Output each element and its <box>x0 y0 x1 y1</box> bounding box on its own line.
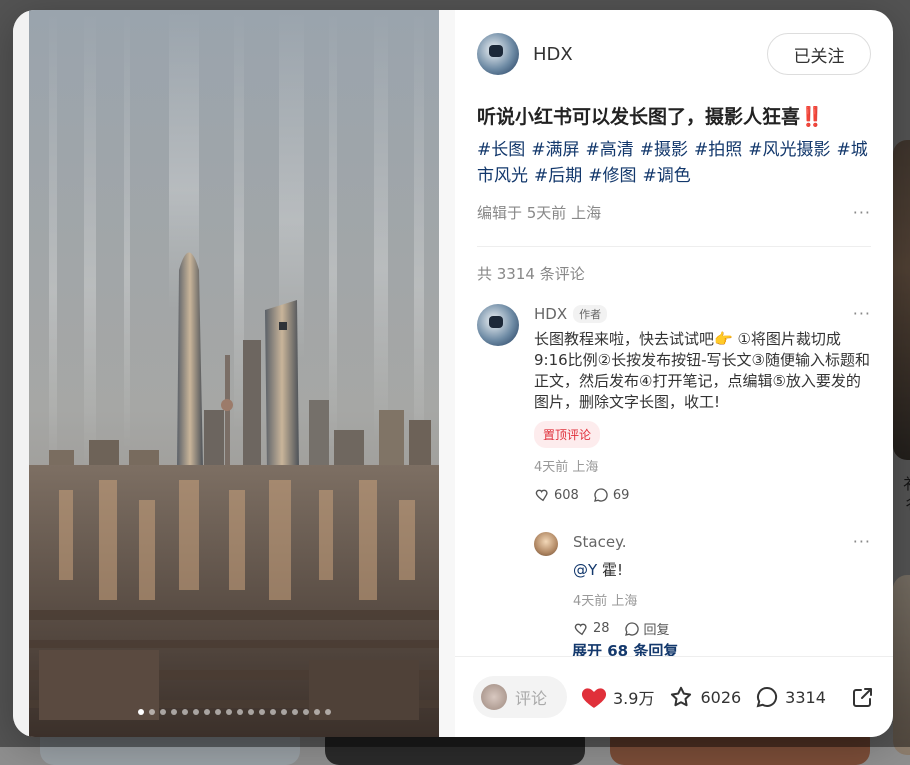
author-badge: 作者 <box>573 304 608 323</box>
pagination-dot[interactable] <box>159 709 166 715</box>
comment-input[interactable]: 评论 <box>473 676 567 718</box>
reply-mention[interactable]: @Y <box>573 561 597 579</box>
note-title: 听说小红书可以发长图了，摄影人狂喜‼️ <box>477 102 871 129</box>
more-options-icon[interactable]: ··· <box>853 203 871 222</box>
hashtag-link[interactable]: #调色 <box>643 166 691 186</box>
author-row: HDX 已关注 <box>477 32 871 76</box>
city-skyline-image <box>29 10 439 737</box>
pagination-dot[interactable] <box>192 709 199 715</box>
reply-author[interactable]: Stacey. <box>573 533 627 551</box>
star-icon <box>671 686 692 707</box>
chat-bubble-icon <box>624 621 639 636</box>
more-options-icon[interactable]: ··· <box>853 304 871 323</box>
hashtag-link[interactable]: #摄影 <box>640 140 688 160</box>
comment-header: HDX 作者 ··· <box>534 304 871 323</box>
hashtag-link[interactable]: #拍照 <box>694 140 742 160</box>
heart-icon <box>574 623 587 635</box>
pagination-dot[interactable] <box>313 709 320 715</box>
hashtag-link[interactable]: #高清 <box>586 140 634 160</box>
pagination-dot[interactable] <box>137 709 144 715</box>
divider <box>477 246 871 247</box>
collect-count: 6026 <box>700 687 742 707</box>
edited-time-location: 编辑于 5天前 上海 <box>477 204 602 222</box>
share-button[interactable] <box>851 685 875 709</box>
like-count: 3.9万 <box>613 689 655 708</box>
pagination-dot[interactable] <box>324 709 331 715</box>
image-pagination-dots[interactable] <box>29 709 439 715</box>
chat-bubble-icon <box>756 686 778 708</box>
heart-filled-icon <box>581 688 607 708</box>
note-tags: #长图 #满屏 #高清 #摄影 #拍照 #风光摄影 #城市风光 #后期 #修图 #调色 <box>477 137 873 189</box>
reply-message: 霍! <box>597 561 623 579</box>
engagement-bar: 评论 3.9万 6026 3314 <box>455 656 893 737</box>
reply-text: @Y 霍! <box>573 559 871 580</box>
pagination-dot[interactable] <box>181 709 188 715</box>
user-avatar <box>481 684 507 710</box>
note-content-panel: HDX 已关注 听说小红书可以发长图了，摄影人狂喜‼️ #长图 #满屏 #高清 #摄影… <box>455 10 893 737</box>
collect-button[interactable]: 6026 <box>668 685 741 709</box>
hashtag-link[interactable]: #长图 <box>477 140 525 160</box>
media-pad-right <box>439 10 455 737</box>
reply-like-button[interactable]: 28 <box>573 621 610 637</box>
reply-header: Stacey. ··· <box>573 532 871 551</box>
pagination-dot[interactable] <box>214 709 221 715</box>
comment-reply-button[interactable]: 69 <box>593 487 630 503</box>
more-options-icon[interactable]: ··· <box>853 532 871 551</box>
pagination-dot[interactable] <box>170 709 177 715</box>
comment-author[interactable]: HDX <box>534 305 567 323</box>
comment-count: 共 3314 条评论 <box>477 265 585 283</box>
note-meta: 编辑于 5天前 上海 ··· <box>477 202 871 223</box>
media-pad-left <box>13 10 29 737</box>
pagination-dot[interactable] <box>225 709 232 715</box>
heart-icon <box>535 489 548 502</box>
note-image[interactable] <box>29 10 439 737</box>
share-icon <box>853 688 872 707</box>
pagination-dot[interactable] <box>269 709 276 715</box>
pagination-dot[interactable] <box>236 709 243 715</box>
reply-reply-button[interactable]: 回复 <box>624 619 670 638</box>
hashtag-link[interactable]: #后期 <box>534 166 582 186</box>
reply-avatar[interactable] <box>534 532 558 556</box>
chat-bubble-icon <box>593 488 608 502</box>
author-name[interactable]: HDX <box>533 44 573 65</box>
comment-placeholder: 评论 <box>515 689 548 708</box>
comment-text: 长图教程来啦，快去试试吧👉 ①将图片裁切成9:16比例②长按发布按钮-写长文③随… <box>534 330 870 411</box>
comment-total-count: 3314 <box>785 687 826 707</box>
pagination-dot[interactable] <box>291 709 298 715</box>
comment-button[interactable]: 3314 <box>755 685 826 709</box>
pagination-dot[interactable] <box>203 709 210 715</box>
hashtag-link[interactable]: #修图 <box>588 166 636 186</box>
like-button[interactable]: 3.9万 <box>581 685 654 709</box>
reply-reply-label: 回复 <box>643 623 670 638</box>
reply-time: 4天前 上海 <box>573 594 638 609</box>
note-title-text: 听说小红书可以发长图了，摄影人狂喜 <box>477 106 801 128</box>
reply-like-count: 28 <box>593 621 610 636</box>
pagination-dot[interactable] <box>302 709 309 715</box>
follow-button[interactable]: 已关注 <box>767 33 871 75</box>
double-exclamation-icon: ‼️ <box>800 106 824 128</box>
pagination-dot[interactable] <box>148 709 155 715</box>
comment-like-count: 608 <box>554 487 579 503</box>
note-detail-modal: HDX 已关注 听说小红书可以发长图了，摄影人狂喜‼️ #长图 #满屏 #高清 #摄影… <box>13 10 893 737</box>
reply-body: Stacey. ··· @Y 霍! 4天前 上海 28 回复 <box>573 532 871 638</box>
comment-body: HDX 作者 ··· 长图教程来啦，快去试试吧👉 ①将图片裁切成9:16比例②长… <box>534 304 871 503</box>
author-avatar[interactable] <box>477 33 519 75</box>
pagination-dot[interactable] <box>247 709 254 715</box>
reply-actions: 28 回复 <box>573 619 871 638</box>
hashtag-link[interactable]: #风光摄影 <box>748 140 830 160</box>
comment-reply-count: 69 <box>612 487 630 503</box>
pinned-badge: 置顶评论 <box>534 421 601 448</box>
pagination-dot[interactable] <box>258 709 265 715</box>
comment-time: 4天前 上海 <box>534 460 599 475</box>
comment-actions: 608 69 <box>534 487 871 503</box>
pagination-dot[interactable] <box>280 709 287 715</box>
comment-avatar[interactable] <box>477 304 519 346</box>
hashtag-link[interactable]: #满屏 <box>531 140 579 160</box>
comment-like-button[interactable]: 608 <box>534 487 579 503</box>
